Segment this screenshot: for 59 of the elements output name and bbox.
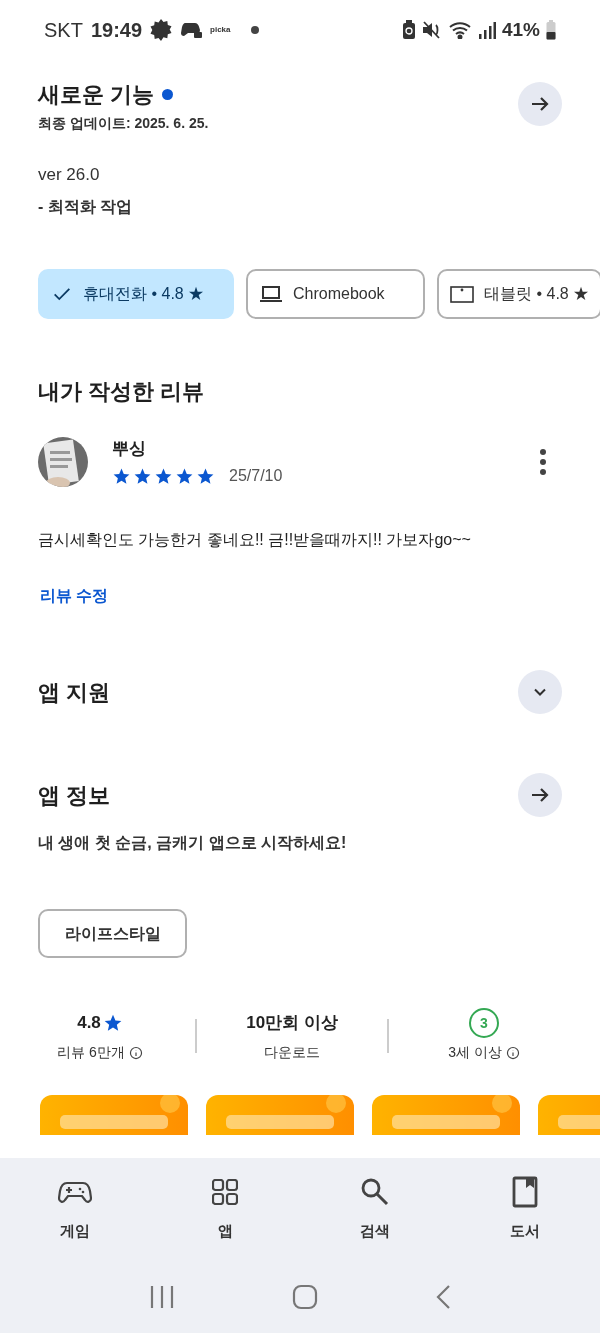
star-icon — [133, 466, 152, 486]
nav-tab[interactable]: 검색 — [300, 1174, 450, 1273]
age-rating-badge: 3 — [469, 1008, 499, 1038]
star-icon — [112, 466, 131, 486]
star-icon — [154, 466, 173, 486]
stat-label: 다운로드 — [264, 1043, 320, 1062]
clock-time: 19:49 — [90, 18, 143, 43]
dot-icon — [250, 26, 259, 34]
recent-apps-icon[interactable] — [148, 1285, 175, 1309]
mute-icon — [421, 21, 442, 39]
gamepad-icon — [180, 21, 203, 39]
release-notes: - 최적화 작업 — [38, 196, 134, 217]
review-text: 금시세확인도 가능한거 좋네요!! 금!!받을때까지!! 가보자go~~ — [38, 531, 471, 548]
home-icon[interactable] — [292, 1284, 318, 1310]
back-icon[interactable] — [435, 1284, 452, 1310]
star-icon — [102, 1013, 123, 1033]
category-chip[interactable]: 라이프스타일 — [38, 909, 187, 958]
nav-tab[interactable]: 도서 — [450, 1174, 600, 1273]
device-chip[interactable]: Chromebook — [246, 268, 425, 319]
gamepad-icon — [58, 1179, 92, 1205]
laptop-icon — [259, 283, 283, 304]
section-title: 새로운 기능 — [38, 81, 155, 109]
section-title: 앱 정보 — [38, 781, 111, 810]
section-title: 내가 작성한 리뷰 — [38, 378, 205, 404]
battery-saver-icon — [401, 20, 416, 40]
version-text: ver 26.0 — [38, 164, 101, 186]
signal-icon — [477, 21, 496, 39]
star-icon — [175, 466, 194, 486]
badge-icon — [150, 19, 173, 41]
device-chip[interactable]: 태블릿 • 4.8 ★ — [437, 268, 600, 319]
app-label: picka — [210, 24, 231, 36]
reviewer-name: 뿌싱 — [112, 437, 147, 460]
download-count: 10만회 이상 — [246, 1012, 338, 1035]
update-date: 최종 업데이트: 2025. 6. 25. — [38, 114, 209, 133]
nav-tab[interactable]: 앱 — [150, 1174, 300, 1273]
carrier-name: SKT — [44, 18, 83, 43]
expand-button[interactable] — [518, 670, 562, 714]
section-title: 앱 지원 — [38, 678, 111, 707]
battery-icon — [546, 20, 556, 40]
book-icon — [512, 1176, 538, 1208]
review-date: 25/7/10 — [229, 466, 283, 486]
more-options-icon[interactable] — [538, 448, 548, 475]
device-chip[interactable]: 휴대전화 • 4.8 ★ — [38, 268, 234, 319]
battery-percent: 41% — [501, 17, 540, 42]
star-icon — [196, 466, 215, 486]
info-icon — [128, 1045, 143, 1060]
wifi-icon — [447, 21, 472, 39]
nav-tab[interactable]: 게임 — [0, 1174, 150, 1273]
stat-label: 리뷰 6만개 — [57, 1043, 125, 1062]
app-description: 내 생애 첫 순금, 금캐기 앱으로 시작하세요! — [38, 834, 347, 851]
arrow-button[interactable] — [518, 82, 562, 126]
info-icon — [505, 1045, 520, 1060]
tablet-icon — [450, 283, 474, 304]
stat-label: 3세 이상 — [448, 1043, 502, 1062]
rating-value: 4.8 — [77, 1012, 101, 1035]
edit-review-link[interactable]: 리뷰 수정 — [40, 587, 109, 604]
search-icon — [360, 1177, 390, 1207]
apps-grid-icon — [212, 1179, 238, 1205]
arrow-button[interactable] — [518, 773, 562, 817]
